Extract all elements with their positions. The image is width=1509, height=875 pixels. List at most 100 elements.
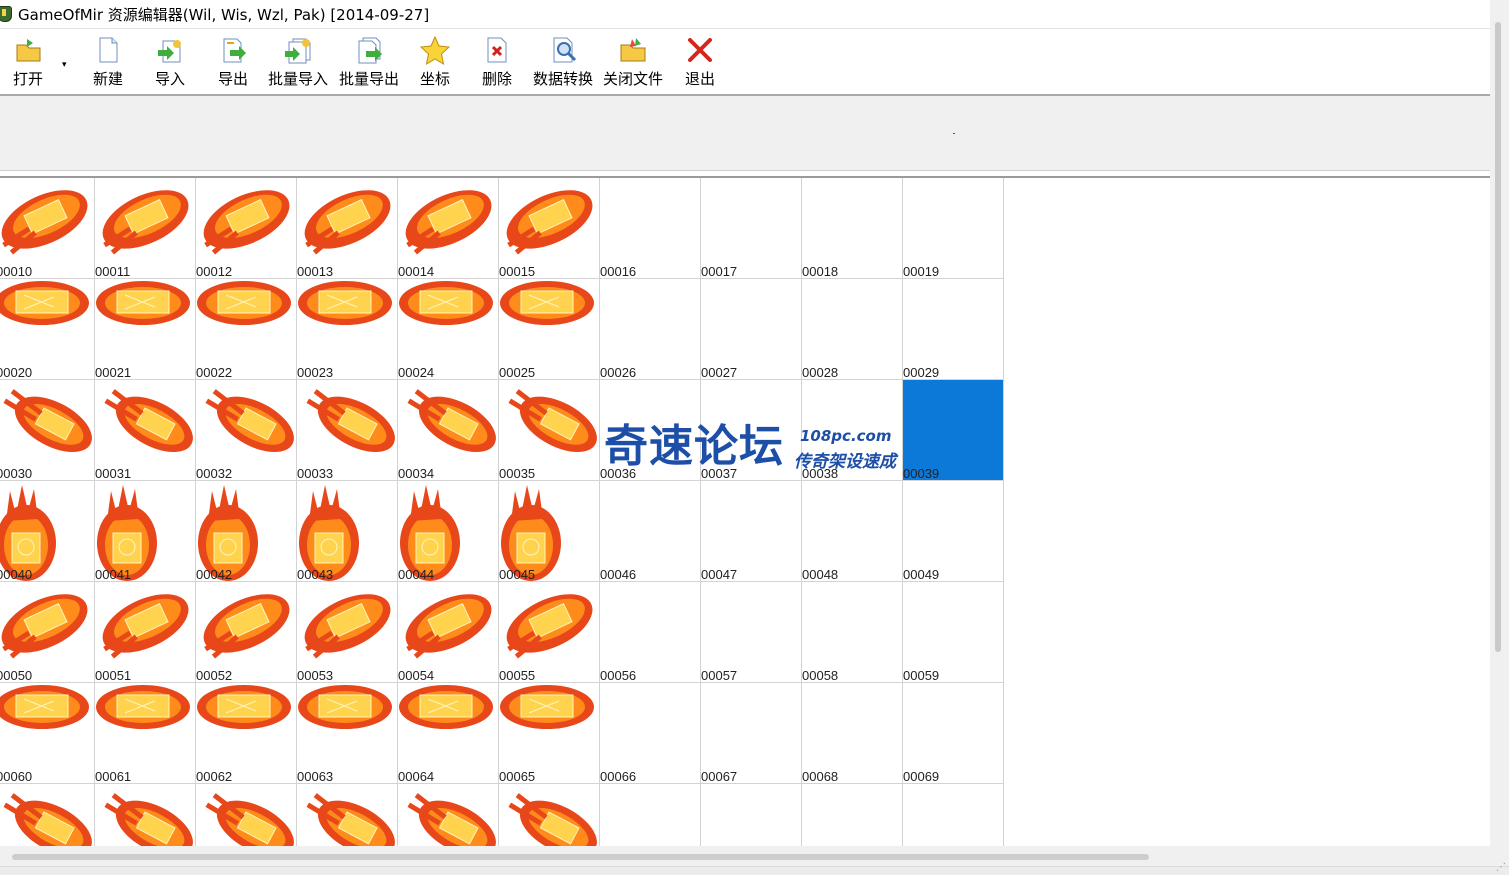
image-cell[interactable]: 00037 bbox=[701, 380, 802, 481]
image-cell[interactable] bbox=[95, 784, 196, 848]
image-cell[interactable]: 00064 bbox=[398, 683, 499, 784]
fire-effect-sprite-icon bbox=[508, 389, 597, 453]
image-cell[interactable]: 00066 bbox=[600, 683, 701, 784]
image-cell[interactable]: 00024 bbox=[398, 279, 499, 380]
image-cell[interactable] bbox=[701, 784, 802, 848]
image-cell[interactable]: 00015 bbox=[499, 178, 600, 279]
image-cell[interactable] bbox=[802, 784, 903, 848]
image-cell[interactable]: 00012 bbox=[196, 178, 297, 279]
image-cell[interactable]: 00060 bbox=[0, 683, 95, 784]
image-cell[interactable]: 00054 bbox=[398, 582, 499, 683]
image-cell[interactable]: 00011 bbox=[95, 178, 196, 279]
image-cell[interactable]: 00029 bbox=[903, 279, 1004, 380]
image-index-label: 00069 bbox=[903, 769, 940, 784]
image-cell[interactable]: 00021 bbox=[95, 279, 196, 380]
image-cell[interactable]: 00014 bbox=[398, 178, 499, 279]
image-cell[interactable] bbox=[903, 784, 1004, 848]
image-grid[interactable]: 00010 00011 00012 00013 00014 00015 00016 00017… bbox=[0, 176, 1490, 848]
image-cell[interactable]: 00063 bbox=[297, 683, 398, 784]
image-cell[interactable]: 00040 bbox=[0, 481, 95, 582]
toolbar-button-star[interactable]: 坐标 bbox=[405, 35, 465, 89]
image-cell[interactable]: 00036 bbox=[600, 380, 701, 481]
image-cell[interactable]: 00049 bbox=[903, 481, 1004, 582]
image-cell[interactable]: 00035 bbox=[499, 380, 600, 481]
image-cell[interactable]: 00018 bbox=[802, 178, 903, 279]
image-cell[interactable]: 00022 bbox=[196, 279, 297, 380]
image-cell[interactable] bbox=[499, 784, 600, 848]
image-index-label: 00030 bbox=[0, 466, 33, 481]
fire-effect-sprite-icon bbox=[97, 485, 157, 581]
image-cell[interactable]: 00042 bbox=[196, 481, 297, 582]
image-cell[interactable]: 00053 bbox=[297, 582, 398, 683]
image-cell[interactable]: 00020 bbox=[0, 279, 95, 380]
image-cell[interactable]: 00050 bbox=[0, 582, 95, 683]
image-index-label: 00024 bbox=[398, 365, 435, 380]
image-index-label: 00034 bbox=[398, 466, 435, 481]
toolbar-button-open-folder[interactable]: 打开 bbox=[0, 35, 58, 89]
image-cell[interactable]: 00045 bbox=[499, 481, 600, 582]
toolbar-button-delete[interactable]: 删除 bbox=[467, 35, 527, 89]
image-cell[interactable]: 00057 bbox=[701, 582, 802, 683]
image-cell[interactable]: 00061 bbox=[95, 683, 196, 784]
image-cell[interactable]: 00046 bbox=[600, 481, 701, 582]
image-cell[interactable]: 00030 bbox=[0, 380, 95, 481]
image-cell[interactable]: 00058 bbox=[802, 582, 903, 683]
image-cell[interactable]: 00041 bbox=[95, 481, 196, 582]
image-cell[interactable]: 00051 bbox=[95, 582, 196, 683]
image-cell[interactable]: 00062 bbox=[196, 683, 297, 784]
image-cell[interactable] bbox=[398, 784, 499, 848]
image-cell[interactable]: 00031 bbox=[95, 380, 196, 481]
image-cell[interactable]: 00059 bbox=[903, 582, 1004, 683]
toolbar-button-exit[interactable]: 退出 bbox=[670, 35, 730, 89]
image-index-label: 00054 bbox=[398, 668, 435, 683]
image-cell[interactable] bbox=[600, 784, 701, 848]
image-cell[interactable]: 00069 bbox=[903, 683, 1004, 784]
vertical-scrollbar[interactable] bbox=[1490, 0, 1509, 866]
fire-effect-sprite-icon bbox=[203, 594, 290, 659]
horizontal-scrollbar[interactable] bbox=[0, 846, 1490, 866]
image-index-label: 00012 bbox=[196, 264, 233, 279]
toolbar-button-label: 退出 bbox=[684, 70, 715, 88]
vertical-scroll-thumb[interactable] bbox=[1495, 22, 1501, 652]
fire-effect-sprite-icon bbox=[399, 281, 493, 325]
toolbar-button-import[interactable]: 导入 bbox=[140, 35, 200, 89]
image-cell[interactable]: 00028 bbox=[802, 279, 903, 380]
image-cell[interactable]: 00052 bbox=[196, 582, 297, 683]
image-cell[interactable]: 00034 bbox=[398, 380, 499, 481]
toolbar-button-batch-import[interactable]: 批量导入 bbox=[268, 35, 328, 89]
image-cell[interactable]: 00033 bbox=[297, 380, 398, 481]
image-cell[interactable]: 00043 bbox=[297, 481, 398, 582]
image-cell[interactable]: 00068 bbox=[802, 683, 903, 784]
toolbar-button-batch-export[interactable]: 批量导出 bbox=[339, 35, 399, 89]
image-cell[interactable]: 00019 bbox=[903, 178, 1004, 279]
image-cell[interactable]: 00067 bbox=[701, 683, 802, 784]
image-cell[interactable]: 00010 bbox=[0, 178, 95, 279]
resize-grip-icon[interactable]: ⋰ bbox=[1496, 863, 1506, 873]
image-cell[interactable]: 00016 bbox=[600, 178, 701, 279]
open-dropdown-arrow-icon[interactable]: ▾ bbox=[62, 60, 67, 70]
image-cell[interactable]: 00065 bbox=[499, 683, 600, 784]
image-cell[interactable] bbox=[196, 784, 297, 848]
toolbar-button-export[interactable]: 导出 bbox=[203, 35, 263, 89]
image-cell[interactable]: 00044 bbox=[398, 481, 499, 582]
image-cell[interactable]: 00026 bbox=[600, 279, 701, 380]
image-cell[interactable]: 00047 bbox=[701, 481, 802, 582]
image-cell[interactable]: 00017 bbox=[701, 178, 802, 279]
toolbar-button-data-convert[interactable]: 数据转换 bbox=[533, 35, 593, 89]
image-cell[interactable]: 00027 bbox=[701, 279, 802, 380]
image-cell[interactable]: 00055 bbox=[499, 582, 600, 683]
image-cell[interactable]: 00025 bbox=[499, 279, 600, 380]
image-cell[interactable] bbox=[297, 784, 398, 848]
image-cell[interactable]: 00048 bbox=[802, 481, 903, 582]
image-cell[interactable]: 00039 bbox=[903, 380, 1004, 481]
image-cell[interactable]: 00032 bbox=[196, 380, 297, 481]
toolbar-button-close-file[interactable]: 关闭文件 bbox=[603, 35, 663, 89]
image-cell[interactable]: 00023 bbox=[297, 279, 398, 380]
image-cell[interactable] bbox=[0, 784, 95, 848]
image-cell[interactable]: 00056 bbox=[600, 582, 701, 683]
image-cell[interactable]: 00038 bbox=[802, 380, 903, 481]
horizontal-scroll-thumb[interactable] bbox=[12, 854, 1149, 860]
image-cell[interactable]: 00013 bbox=[297, 178, 398, 279]
fire-effect-sprite-icon bbox=[1, 190, 88, 255]
toolbar-button-new-file[interactable]: 新建 bbox=[78, 35, 138, 89]
